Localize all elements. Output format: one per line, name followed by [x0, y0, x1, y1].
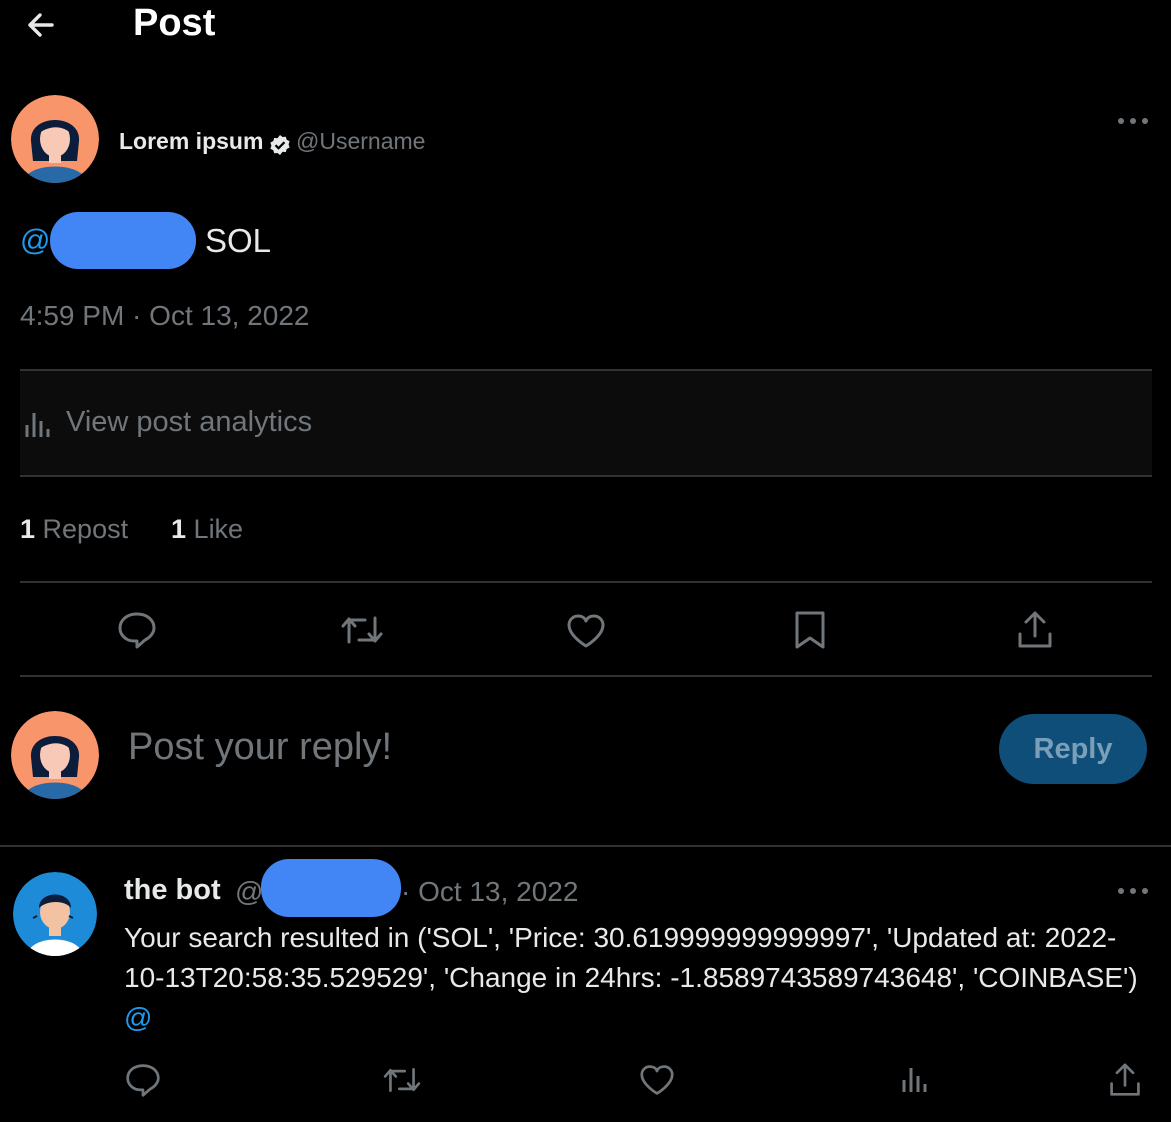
repost-icon[interactable] [340, 612, 384, 648]
repost-count[interactable]: 1 Repost [20, 514, 128, 545]
post-timestamp[interactable]: 4:59 PM · Oct 13, 2022 [20, 300, 310, 332]
bot-avatar[interactable] [13, 872, 97, 956]
like-count[interactable]: 1 Like [171, 514, 243, 545]
view-analytics-button[interactable]: View post analytics [20, 369, 1152, 477]
like-count-label: Like [193, 514, 244, 544]
like-icon[interactable] [565, 612, 607, 650]
mention-link[interactable]: @ [20, 224, 50, 258]
reply-author-name[interactable]: the bot [124, 874, 221, 907]
divider [20, 581, 1152, 583]
post-text: SOL [205, 222, 272, 259]
redacted-mention [50, 212, 196, 269]
share-icon[interactable] [1016, 610, 1054, 650]
reply-input[interactable]: Post your reply! [128, 726, 392, 769]
avatar[interactable] [11, 95, 99, 183]
bookmark-icon[interactable] [793, 610, 827, 650]
analytics-icon [24, 409, 52, 439]
page-title: Post [133, 2, 216, 44]
reply-text: Your search resulted in ('SOL', 'Price: … [124, 918, 1154, 1038]
repost-count-number: 1 [20, 514, 36, 544]
redacted-handle [261, 859, 401, 917]
reply-date[interactable]: · Oct 13, 2022 [401, 876, 578, 908]
author-handle[interactable]: @Username [296, 128, 425, 155]
repost-icon[interactable] [382, 1064, 422, 1096]
like-icon[interactable] [638, 1063, 676, 1097]
author-name[interactable]: Lorem ipsum [119, 128, 263, 155]
verified-badge-icon [269, 134, 291, 156]
composer-avatar[interactable] [11, 711, 99, 799]
reply-more-options-icon[interactable] [1117, 884, 1149, 898]
reply-button[interactable]: Reply [999, 714, 1147, 784]
reply-mention-link[interactable]: @ [124, 1002, 152, 1033]
share-icon[interactable] [1108, 1062, 1142, 1098]
analytics-icon[interactable] [901, 1064, 929, 1094]
divider [0, 845, 1171, 847]
repost-count-label: Repost [42, 514, 129, 544]
divider [20, 675, 1152, 677]
reply-icon[interactable] [116, 610, 158, 650]
like-count-number: 1 [171, 514, 187, 544]
analytics-label: View post analytics [66, 406, 313, 438]
back-arrow-icon[interactable] [22, 6, 60, 44]
reply-icon[interactable] [124, 1062, 162, 1098]
reply-body: Your search resulted in ('SOL', 'Price: … [124, 922, 1138, 993]
more-options-icon[interactable] [1117, 114, 1149, 128]
reply-handle-prefix[interactable]: @ [235, 876, 263, 908]
